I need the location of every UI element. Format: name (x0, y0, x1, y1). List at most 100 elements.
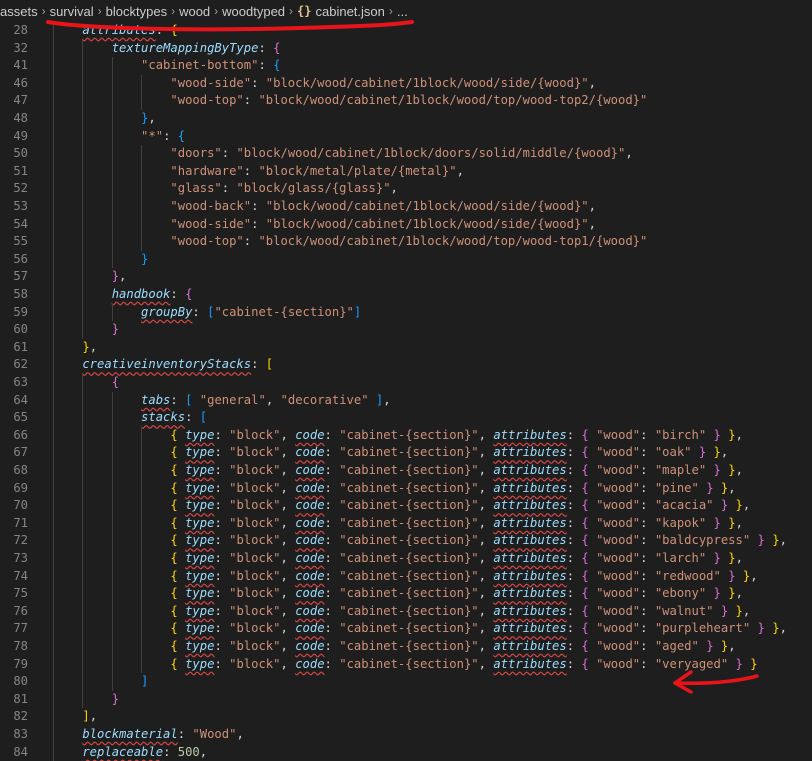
json-punctuation: , (478, 568, 494, 583)
code-line[interactable]: 73 { type: "block", code: "cabinet-{secti… (0, 550, 812, 568)
breadcrumb-item[interactable]: assets (0, 4, 38, 19)
code-line[interactable]: 68 { type: "block", code: "cabinet-{secti… (0, 462, 812, 480)
code-editor[interactable]: 28 attributes: {32 textureMappingByType: {… (0, 22, 812, 761)
code-line[interactable]: 76 { type: "block", code: "cabinet-{secti… (0, 602, 812, 621)
code-line[interactable]: 84 replaceable: 500, (0, 743, 812, 761)
code-line[interactable]: 77 { type: "block", code: "cabinet-{secti… (0, 620, 812, 638)
code-line[interactable]: 50 "doors": "block/wood/cabinet/1block/do… (0, 145, 812, 163)
json-bracket: { (581, 568, 589, 583)
code-line[interactable]: 60} (0, 321, 812, 339)
code-line[interactable]: 74 { type: "block", code: "cabinet-{secti… (0, 567, 812, 586)
code-line[interactable]: 80] (0, 673, 812, 691)
code-text: "wood-side": "block/wood/cabinet/1block/… (170, 216, 596, 234)
code-line[interactable]: 64 tabs: [ "general", "decorative" ], (0, 391, 812, 410)
indent-guide (53, 444, 54, 462)
code-line[interactable]: 46 "wood-side": "block/wood/cabinet/1bloc… (0, 74, 812, 93)
code-line[interactable]: 62 creativeinventoryStacks: [ (0, 356, 812, 374)
code-line[interactable]: 59 groupBy: ["cabinet-{section}"] (0, 303, 812, 322)
code-line[interactable]: 28 attributes: { (0, 22, 812, 40)
json-bracket: } (728, 515, 736, 530)
code-line[interactable]: 72 { type: "block", code: "cabinet-{secti… (0, 532, 812, 550)
breadcrumb-item[interactable]: wood (179, 4, 210, 19)
json-punctuation: , (478, 621, 494, 636)
code-line[interactable]: 65 stacks: [ (0, 409, 812, 427)
code-text: ], (82, 708, 97, 726)
code-line[interactable]: 52 "glass": "block/glass/{glass}", (0, 180, 812, 198)
json-string: "cabinet-{section}" (339, 463, 479, 477)
code-line[interactable]: 63 { (0, 374, 812, 392)
indent-guide (141, 497, 143, 515)
json-punctuation (589, 516, 596, 530)
code-text: } (141, 251, 148, 269)
code-line[interactable]: 54 "wood-side": "block/wood/cabinet/1bloc… (0, 215, 812, 234)
line-number: 69 (13, 480, 28, 495)
code-line[interactable]: 75 { type: "block", code: "cabinet-{secti… (0, 585, 812, 603)
json-bracket: } (728, 463, 736, 477)
code-line[interactable]: 66 { type: "block", code: "cabinet-{secti… (0, 426, 812, 445)
breadcrumb-item[interactable]: survival (50, 4, 94, 19)
json-punctuation (706, 428, 713, 442)
code-line[interactable]: 56} (0, 250, 812, 269)
indent-guide (53, 567, 54, 586)
json-bracket: { (581, 551, 589, 565)
code-line[interactable]: 82], (0, 708, 812, 726)
code-line[interactable]: 41 "cabinet-bottom": { (0, 57, 812, 75)
line-number: 53 (13, 199, 28, 213)
line-number: 72 (13, 533, 28, 548)
json-key: code (295, 533, 325, 548)
code-line[interactable]: 78 { type: "block", code: "cabinet-{secti… (0, 638, 812, 656)
indent-guide (82, 215, 84, 234)
indent-guide (53, 74, 54, 93)
code-line[interactable]: 67 { type: "block", code: "cabinet-{secti… (0, 444, 812, 462)
json-punctuation: , (478, 427, 494, 442)
json-punctuation (589, 569, 596, 583)
json-string: "ebony" (654, 586, 707, 601)
json-bracket: } (713, 445, 721, 460)
code-line[interactable]: 69 { type: "block", code: "cabinet-{secti… (0, 479, 812, 498)
code-line[interactable]: 48}, (0, 110, 812, 128)
indent-guide (53, 497, 54, 515)
code-line[interactable]: 53 "wood-back": "block/wood/cabinet/1bloc… (0, 198, 812, 216)
json-key: attributes (493, 533, 567, 548)
code-line[interactable]: 49 "*": { (0, 127, 812, 146)
json-punctuation: : (324, 498, 340, 513)
indent-guide (82, 127, 84, 146)
code-line[interactable]: 70 { type: "block", code: "cabinet-{secti… (0, 497, 812, 515)
indent-guide (141, 567, 143, 586)
breadcrumb-item[interactable]: blocktypes (106, 4, 167, 19)
json-key: handbook (111, 287, 171, 301)
indent-guide (141, 638, 143, 656)
code-text: "cabinet-bottom": { (141, 57, 280, 75)
indent-guide (111, 462, 113, 480)
code-line[interactable]: 55 "wood-top": "block/wood/cabinet/1block… (0, 233, 812, 251)
indent-guide (53, 479, 54, 498)
json-key: attributes (493, 480, 567, 495)
indent-guide (141, 92, 143, 110)
line-number: 81 (13, 691, 28, 706)
json-bracket: { (185, 287, 193, 301)
json-punctuation: : (640, 498, 655, 513)
json-punctuation: , (280, 498, 296, 513)
breadcrumb-file[interactable]: cabinet.json (316, 4, 385, 19)
json-punctuation: : (214, 533, 230, 548)
indent-guide (53, 110, 54, 128)
json-string: "veryaged" (654, 656, 729, 671)
code-line[interactable]: 71 { type: "block", code: "cabinet-{secti… (0, 514, 812, 533)
code-line[interactable]: 57}, (0, 268, 812, 286)
line-number: 52 (13, 181, 28, 196)
code-line[interactable]: 81} (0, 690, 812, 709)
code-line[interactable]: 32 textureMappingByType: { (0, 39, 812, 58)
code-line[interactable]: 83 blockmaterial: "Wood", (0, 726, 812, 744)
breadcrumb-more[interactable]: ... (397, 4, 408, 19)
code-line[interactable]: 79 { type: "block", code: "cabinet-{secti… (0, 655, 812, 674)
code-line[interactable]: 51 "hardware": "block/metal/plate/{metal}… (0, 162, 812, 181)
json-key: attributes (493, 427, 567, 442)
json-string: "wood" (596, 639, 641, 653)
json-punctuation: , (280, 463, 296, 477)
code-line[interactable]: 61}, (0, 338, 812, 357)
breadcrumb-item[interactable]: woodtyped (222, 4, 285, 19)
indent-guide (111, 655, 113, 674)
code-line[interactable]: 58 handbook: { (0, 286, 812, 304)
code-line[interactable]: 47 "wood-top": "block/wood/cabinet/1block… (0, 92, 812, 110)
json-string: "block" (229, 463, 281, 477)
